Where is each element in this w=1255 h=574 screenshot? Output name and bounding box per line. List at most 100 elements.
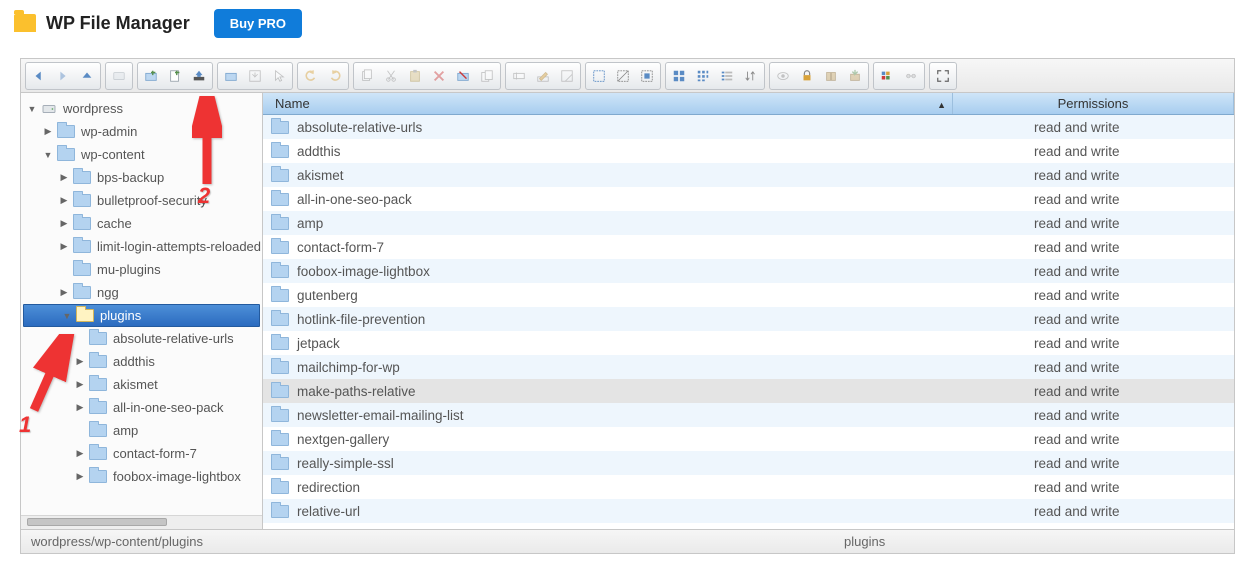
tree-node[interactable]: ▶absolute-relative-urls (21, 327, 262, 350)
buy-pro-button[interactable]: Buy PRO (214, 9, 302, 38)
file-row[interactable]: addthisread and write (263, 139, 1234, 163)
expand-icon[interactable]: ▶ (59, 172, 69, 183)
column-headers[interactable]: Name ▲ Permissions (263, 93, 1234, 115)
tree-node-label: amp (113, 423, 138, 438)
tree-node[interactable]: ▶bulletproof-security (21, 189, 262, 212)
new-folder-icon[interactable] (140, 65, 162, 87)
folder-tree[interactable]: ▼wordpress ▶ wp-admin ▼wp-content ▶ bps-backu… (21, 93, 262, 515)
expand-icon[interactable]: ▶ (75, 379, 85, 390)
file-row[interactable]: akismetread and write (263, 163, 1234, 187)
column-separator[interactable] (1233, 93, 1234, 114)
file-row[interactable]: relative-urlread and write (263, 499, 1234, 523)
tree-horizontal-scrollbar[interactable] (21, 515, 262, 529)
file-permissions: read and write (954, 504, 1234, 519)
extract-icon (844, 65, 866, 87)
file-row[interactable]: make-paths-relativeread and write (263, 379, 1234, 403)
file-row[interactable]: mailchimp-for-wpread and write (263, 355, 1234, 379)
open-icon[interactable] (220, 65, 242, 87)
netmount-icon (108, 65, 130, 87)
file-row[interactable]: contact-form-7read and write (263, 235, 1234, 259)
view-icons-icon[interactable] (668, 65, 690, 87)
file-row[interactable]: ampread and write (263, 211, 1234, 235)
select-invert-icon[interactable] (636, 65, 658, 87)
file-row[interactable]: redirectionread and write (263, 475, 1234, 499)
upload-icon[interactable] (188, 65, 210, 87)
tree-node[interactable]: ▶cache (21, 212, 262, 235)
file-permissions: read and write (954, 288, 1234, 303)
delete-icon (428, 65, 450, 87)
column-name[interactable]: Name ▲ (263, 96, 952, 111)
column-permissions[interactable]: Permissions (953, 96, 1233, 111)
file-permissions: read and write (954, 240, 1234, 255)
file-row[interactable]: foobox-image-lightboxread and write (263, 259, 1234, 283)
expand-icon[interactable]: ▶ (75, 402, 85, 413)
tree-node[interactable]: ▶contact-form-7 (21, 442, 262, 465)
rename-icon (508, 65, 530, 87)
file-name: gutenberg (297, 288, 358, 303)
tree-node-label: bps-backup (97, 170, 164, 185)
file-name: addthis (297, 144, 341, 159)
copy-icon (356, 65, 378, 87)
tree-node[interactable]: ▶addthis (21, 350, 262, 373)
resize-icon (556, 65, 578, 87)
tree-node[interactable]: ▶mu-plugins (21, 258, 262, 281)
expand-icon[interactable]: ▶ (59, 287, 69, 298)
file-row[interactable]: absolute-relative-urlsread and write (263, 115, 1234, 139)
file-row[interactable]: jetpackread and write (263, 331, 1234, 355)
tree-node[interactable]: ▼wordpress (21, 97, 262, 120)
tree-node[interactable]: ▶ ngg (21, 281, 262, 304)
view-list-icon[interactable] (716, 65, 738, 87)
fullscreen-icon[interactable] (932, 65, 954, 87)
file-row[interactable]: hotlink-file-preventionread and write (263, 307, 1234, 331)
file-name: nextgen-gallery (297, 432, 389, 447)
back-icon[interactable] (28, 65, 50, 87)
select-all-icon[interactable] (588, 65, 610, 87)
folder-icon (271, 193, 289, 206)
new-file-icon[interactable] (164, 65, 186, 87)
expand-icon[interactable]: ▶ (75, 471, 85, 482)
view-small-icon[interactable] (692, 65, 714, 87)
tree-node-label: wp-admin (81, 124, 137, 139)
file-row[interactable]: gutenberg read and write (263, 283, 1234, 307)
redo-icon (324, 65, 346, 87)
expand-icon[interactable]: ▶ (59, 241, 69, 252)
tree-node[interactable]: ▶all-in-one-seo-pack (21, 396, 262, 419)
chmod-icon (900, 65, 922, 87)
collapse-icon[interactable]: ▼ (62, 311, 72, 321)
empty-icon[interactable] (452, 65, 474, 87)
folder-icon (89, 401, 107, 414)
column-name-label: Name (275, 96, 310, 111)
sort-icon[interactable] (740, 65, 762, 87)
expand-icon[interactable]: ▶ (43, 126, 53, 137)
expand-icon[interactable]: ▶ (59, 218, 69, 229)
file-row[interactable]: newsletter-email-mailing-listread and wr… (263, 403, 1234, 427)
info-icon[interactable] (876, 65, 898, 87)
folder-icon (271, 241, 289, 254)
file-rows[interactable]: absolute-relative-urlsread and writeaddt… (263, 115, 1234, 529)
tree-node[interactable]: ▶foobox-image-lightbox (21, 465, 262, 488)
lock-icon[interactable] (796, 65, 818, 87)
tree-node[interactable]: ▼wp-content (21, 143, 262, 166)
file-row[interactable]: really-simple-sslread and write (263, 451, 1234, 475)
collapse-icon[interactable]: ▼ (43, 150, 53, 160)
scrollbar-thumb[interactable] (27, 518, 167, 526)
up-icon[interactable] (76, 65, 98, 87)
tree-node[interactable]: ▶ bps-backup (21, 166, 262, 189)
edit-icon (532, 65, 554, 87)
tree-node[interactable]: ▶limit-login-attempts-reloaded (21, 235, 262, 258)
folder-icon (73, 263, 91, 276)
expand-icon[interactable]: ▶ (59, 195, 69, 206)
file-permissions: read and write (954, 264, 1234, 279)
expand-icon[interactable]: ▶ (75, 356, 85, 367)
expand-icon[interactable]: ▶ (75, 448, 85, 459)
tree-node[interactable]: ▶amp (21, 419, 262, 442)
file-row[interactable]: nextgen-galleryread and write (263, 427, 1234, 451)
select-none-icon[interactable] (612, 65, 634, 87)
file-name: make-paths-relative (297, 384, 416, 399)
tree-node[interactable]: ▶ wp-admin (21, 120, 262, 143)
collapse-icon[interactable]: ▼ (27, 104, 37, 114)
file-row[interactable]: all-in-one-seo-packread and write (263, 187, 1234, 211)
tree-node[interactable]: ▼plugins (23, 304, 260, 327)
tree-node[interactable]: ▶akismet (21, 373, 262, 396)
tree-node-label: ngg (97, 285, 119, 300)
